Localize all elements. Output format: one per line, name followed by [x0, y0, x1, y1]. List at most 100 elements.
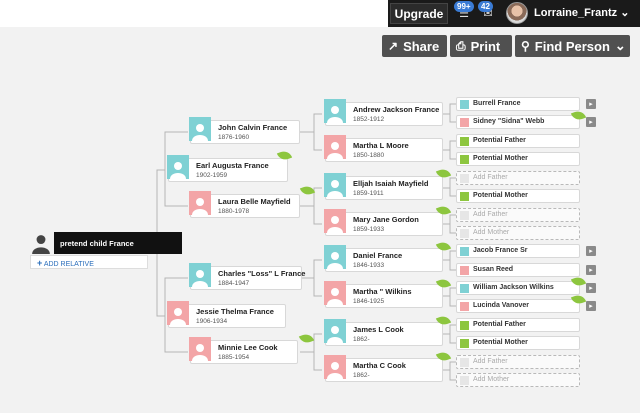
family-tree: pretend child France + ADD RELATIVE Earl…	[0, 0, 640, 413]
expand-arrow-icon[interactable]: ▸	[586, 283, 596, 293]
expand-arrow-icon[interactable]: ▸	[586, 99, 596, 109]
potential-parent-icon	[460, 137, 469, 146]
male-avatar-icon	[460, 100, 469, 109]
add-father-button[interactable]: Add Father	[456, 208, 580, 222]
person-dates: 1885-1954	[218, 354, 250, 361]
expand-arrow-icon[interactable]: ▸	[586, 265, 596, 275]
female-avatar-icon	[460, 266, 469, 275]
ancestor-card[interactable]: Susan Reed	[456, 263, 580, 277]
male-avatar-icon	[189, 117, 211, 141]
ancestor-name: Potential Mother	[473, 192, 528, 199]
male-avatar-icon	[189, 263, 211, 287]
ancestor-name: Burrell France	[473, 100, 521, 107]
person-name: Earl Augusta France	[196, 161, 269, 170]
person-dates: 1880-1978	[218, 208, 250, 215]
person-card[interactable]: Daniel France 1846-1933	[324, 245, 443, 272]
person-card[interactable]: Laura Belle Mayfield 1880-1978	[189, 191, 300, 218]
person-dates: 1850-1880	[353, 152, 385, 159]
add-mother-button[interactable]: Add Mother	[456, 226, 580, 240]
potential-parent-icon	[460, 339, 469, 348]
person-card[interactable]: Andrew Jackson France 1852-1912	[324, 99, 443, 126]
ancestor-card[interactable]: Lucinda Vanover	[456, 299, 580, 313]
female-avatar-icon	[324, 355, 346, 379]
female-avatar-icon	[460, 302, 469, 311]
male-avatar-icon	[324, 319, 346, 343]
empty-avatar-icon	[460, 211, 469, 220]
add-father-label: Add Father	[473, 358, 508, 365]
person-card[interactable]: Martha L Moore 1850-1880	[324, 135, 443, 162]
female-avatar-icon	[460, 118, 469, 127]
person-dates: 1859-1911	[353, 190, 384, 197]
person-name: James L Cook	[353, 325, 404, 334]
female-avatar-icon	[189, 191, 211, 215]
ancestor-card[interactable]: Sidney "Sidna" Webb	[456, 115, 580, 129]
person-dates: 1906-1934	[196, 318, 228, 325]
person-name: Charles "Loss" L France	[218, 269, 306, 278]
male-avatar-icon	[324, 99, 346, 123]
expand-arrow-icon[interactable]: ▸	[586, 117, 596, 127]
root-person-name[interactable]: pretend child France	[54, 232, 182, 254]
person-card[interactable]: Mary Jane Gordon 1859-1933	[324, 209, 443, 236]
male-avatar-icon	[460, 247, 469, 256]
person-name: Mary Jane Gordon	[353, 215, 419, 224]
person-dates: 1859-1933	[353, 226, 385, 233]
person-name: Minnie Lee Cook	[218, 343, 278, 352]
person-card[interactable]: Minnie Lee Cook 1885-1954	[189, 337, 298, 364]
expand-arrow-icon[interactable]: ▸	[586, 246, 596, 256]
potential-parent-icon	[460, 192, 469, 201]
potential-mother-card[interactable]: Potential Mother	[456, 336, 580, 350]
add-relative-label: ADD RELATIVE	[43, 261, 94, 268]
female-avatar-icon	[324, 281, 346, 305]
person-card[interactable]: John Calvin France 1876-1960	[189, 117, 300, 144]
potential-parent-icon	[460, 321, 469, 330]
person-dates: 1902-1959	[196, 172, 228, 179]
expand-arrow-icon[interactable]: ▸	[586, 301, 596, 311]
potential-mother-card[interactable]: Potential Mother	[456, 189, 580, 203]
person-silhouette-icon	[30, 232, 52, 254]
person-dates: 1846-1933	[353, 262, 385, 269]
add-mother-button[interactable]: Add Mother	[456, 373, 580, 387]
empty-avatar-icon	[460, 376, 469, 385]
person-name: John Calvin France	[218, 123, 288, 132]
female-avatar-icon	[167, 301, 189, 325]
person-dates: 1884-1947	[218, 280, 250, 287]
person-card[interactable]: Martha " Wilkins 1846-1925	[324, 281, 443, 308]
male-avatar-icon	[324, 173, 346, 197]
potential-father-card[interactable]: Potential Father	[456, 318, 580, 332]
potential-mother-card[interactable]: Potential Mother	[456, 152, 580, 166]
potential-father-card[interactable]: Potential Father	[456, 134, 580, 148]
person-dates: 1852-1912	[353, 116, 385, 123]
person-dates: 1862-	[353, 372, 370, 379]
ancestor-card[interactable]: Burrell France	[456, 97, 580, 111]
ancestor-name: Sidney "Sidna" Webb	[473, 118, 545, 125]
person-name: Martha C Cook	[353, 361, 406, 370]
ancestor-card[interactable]: William Jackson Wilkins	[456, 281, 580, 295]
person-dates: 1862-	[353, 336, 370, 343]
add-relative-button[interactable]: + ADD RELATIVE	[30, 255, 148, 269]
ancestor-name: Susan Reed	[473, 266, 514, 273]
add-father-label: Add Father	[473, 211, 508, 218]
add-father-button[interactable]: Add Father	[456, 355, 580, 369]
female-avatar-icon	[324, 135, 346, 159]
female-avatar-icon	[324, 209, 346, 233]
person-card[interactable]: Charles "Loss" L France 1884-1947	[189, 263, 306, 290]
person-name: Jessie Thelma France	[196, 307, 274, 316]
person-card[interactable]: Elljah Isaiah Mayfield 1859-1911	[324, 173, 443, 200]
ancestor-card[interactable]: Jacob France Sr	[456, 244, 580, 258]
male-avatar-icon	[324, 245, 346, 269]
add-father-button[interactable]: Add Father	[456, 171, 580, 185]
person-card[interactable]: Jessie Thelma France 1906-1934	[167, 301, 286, 328]
potential-parent-icon	[460, 155, 469, 164]
ancestor-name: Potential Mother	[473, 155, 528, 162]
ancestor-name: Potential Father	[473, 321, 526, 328]
person-card[interactable]: Earl Augusta France 1902-1959	[167, 155, 288, 182]
male-avatar-icon	[167, 155, 189, 179]
ancestor-name: Lucinda Vanover	[473, 302, 530, 309]
ancestor-name: William Jackson Wilkins	[473, 284, 554, 291]
person-name: Martha " Wilkins	[353, 287, 412, 296]
person-dates: 1876-1960	[218, 134, 250, 141]
person-card[interactable]: Martha C Cook 1862-	[324, 355, 443, 382]
person-card[interactable]: James L Cook 1862-	[324, 319, 443, 346]
add-father-label: Add Father	[473, 174, 508, 181]
male-avatar-icon	[460, 284, 469, 293]
